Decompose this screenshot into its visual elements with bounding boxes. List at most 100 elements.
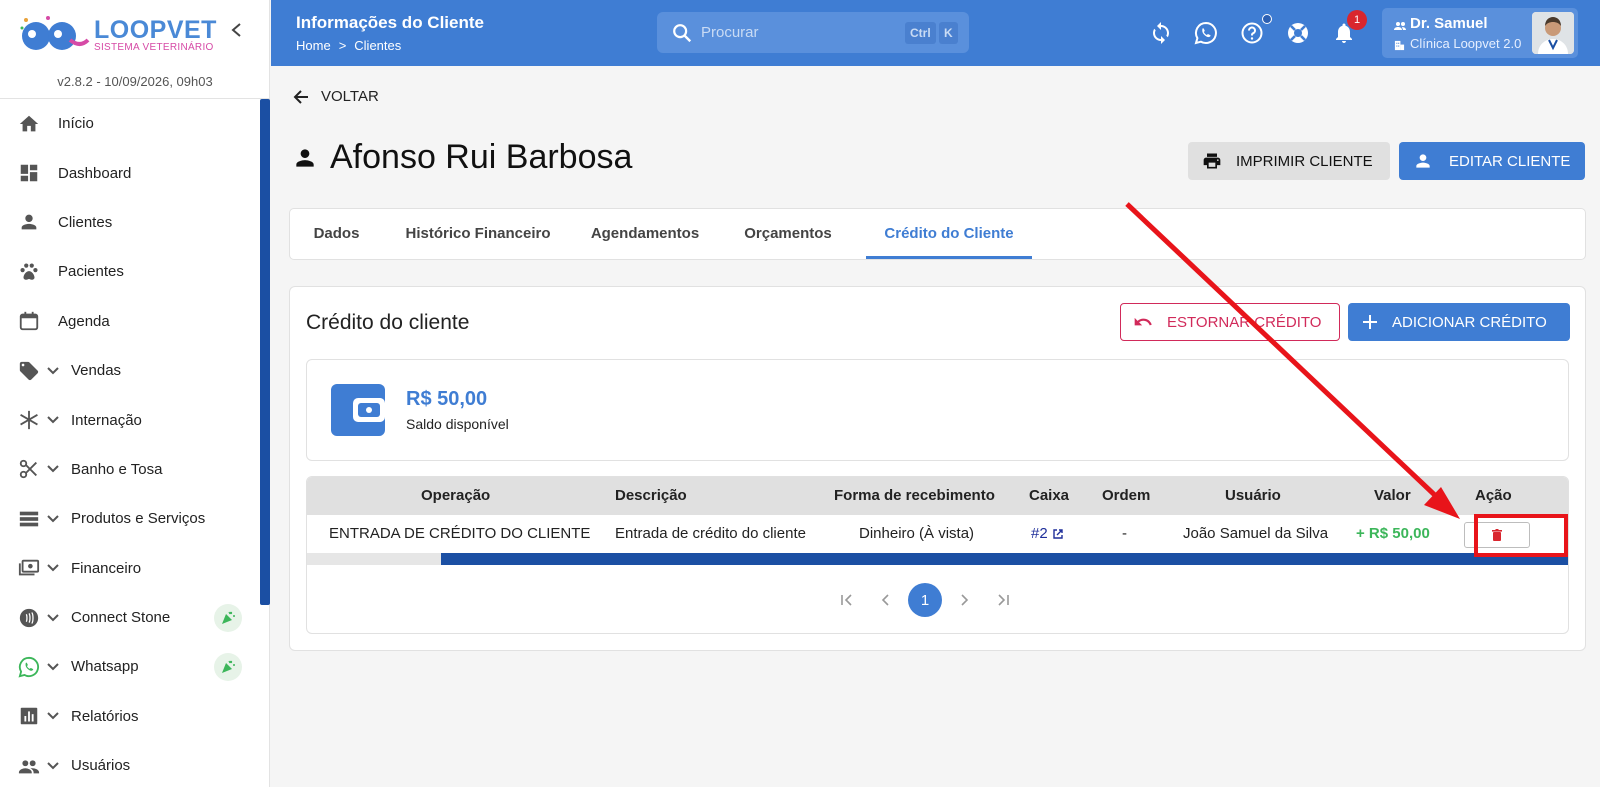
add-credit-label: ADICIONAR CRÉDITO xyxy=(1392,313,1547,331)
column-header-forma-recebimento: Forma de recebimento xyxy=(834,487,995,504)
sidebar-item-label: Connect Stone xyxy=(71,609,171,627)
refund-credit-button[interactable]: ESTORNAR CRÉDITO xyxy=(1120,303,1340,341)
undo-icon xyxy=(1134,317,1152,326)
collapse-sidebar-button[interactable] xyxy=(226,20,246,44)
sync-button[interactable] xyxy=(1148,20,1174,46)
sidebar-item-banho-e-tosa[interactable]: Banho e Tosa xyxy=(0,445,260,494)
chevron-left-icon xyxy=(231,23,241,37)
sidebar-item-clientes[interactable]: Clientes xyxy=(0,198,260,247)
tag-icon xyxy=(18,360,40,382)
first-page-button[interactable] xyxy=(830,583,864,617)
sidebar-item-financeiro[interactable]: Financeiro xyxy=(0,544,260,593)
sidebar-item-label: Dashboard xyxy=(58,164,132,182)
cell-forma-recebimento: Dinheiro (À vista) xyxy=(859,525,975,542)
arrow-left-icon xyxy=(293,89,308,104)
sync-icon xyxy=(1153,22,1169,44)
sidebar-item-usuarios[interactable]: Usuários xyxy=(0,741,260,787)
sidebar-item-label: Pacientes xyxy=(58,263,124,281)
asterisk-icon xyxy=(18,409,40,431)
chevron-down-icon xyxy=(47,515,59,523)
help-button[interactable] xyxy=(1239,20,1265,46)
table-scrollbar-thumb[interactable] xyxy=(441,553,1568,565)
chart-icon xyxy=(18,705,40,727)
chevron-down-icon xyxy=(47,712,59,720)
breadcrumb-home[interactable]: Home xyxy=(296,38,331,53)
cell-usuario: João Samuel da Silva xyxy=(1183,525,1329,542)
help-icon xyxy=(1241,22,1263,44)
user-menu[interactable]: Dr. Samuel Clínica Loopvet 2.0 xyxy=(1382,8,1578,58)
person-icon xyxy=(18,211,40,233)
brand: LOOPVET SISTEMA VETERINÁRIO xyxy=(0,0,269,72)
previous-page-button[interactable] xyxy=(869,583,903,617)
pagination: 1 xyxy=(307,573,1568,623)
balance-amount: R$ 50,00 xyxy=(406,388,488,410)
whatsapp-icon xyxy=(1194,21,1217,45)
sidebar-item-label: Financeiro xyxy=(71,559,142,577)
cell-operacao: ENTRADA DE CRÉDITO DO CLIENTE xyxy=(329,525,591,542)
client-name: Afonso Rui Barbosa xyxy=(330,138,633,176)
sidebar-item-vendas[interactable]: Vendas xyxy=(0,346,260,395)
notification-count-badge: 1 xyxy=(1347,10,1367,30)
edit-client-button[interactable]: EDITAR CLIENTE xyxy=(1399,142,1585,180)
sidebar-item-connect-stone[interactable]: Connect Stone xyxy=(0,593,260,642)
chevron-down-icon xyxy=(47,366,59,375)
column-header-ordem: Ordem xyxy=(1102,487,1151,504)
user-name: Dr. Samuel xyxy=(1410,15,1488,32)
wallet-icon xyxy=(331,384,385,436)
printer-icon xyxy=(1203,153,1221,169)
scissors-icon xyxy=(18,458,40,480)
support-button[interactable] xyxy=(1285,20,1311,46)
search-box[interactable]: Ctrl K xyxy=(657,12,969,53)
sidebar-item-agenda[interactable]: Agenda xyxy=(0,297,260,346)
tab-agendamentos[interactable]: Agendamentos xyxy=(578,209,712,259)
sidebar-item-pacientes[interactable]: Pacientes xyxy=(0,247,260,296)
column-header-descricao: Descrição xyxy=(615,487,687,504)
sidebar-item-internacao[interactable]: Internação xyxy=(0,395,260,444)
party-icon xyxy=(214,603,242,632)
shortcut-key-ctrl: Ctrl xyxy=(905,22,936,44)
sidebar-item-relatorios[interactable]: Relatórios xyxy=(0,692,260,741)
client-tabs: Dados Histórico Financeiro Agendamentos … xyxy=(289,208,1586,260)
sidebar-item-label: Banho e Tosa xyxy=(71,460,163,478)
chevron-down-icon xyxy=(47,564,59,572)
paw-icon xyxy=(18,261,40,283)
credit-table: Operação Descrição Forma de recebimento … xyxy=(306,476,1569,634)
next-page-button[interactable] xyxy=(947,583,981,617)
tab-dados[interactable]: Dados xyxy=(290,209,383,259)
tab-orcamentos[interactable]: Orçamentos xyxy=(726,209,850,259)
sidebar-item-label: Whatsapp xyxy=(71,658,139,676)
sidebar-item-dashboard[interactable]: Dashboard xyxy=(0,148,260,197)
print-client-button[interactable]: IMPRIMIR CLIENTE xyxy=(1188,142,1390,180)
sidebar-scrollbar[interactable] xyxy=(260,99,270,605)
search-input[interactable] xyxy=(701,12,891,53)
person-icon xyxy=(1416,154,1430,168)
breadcrumb-clientes[interactable]: Clientes xyxy=(354,38,401,53)
shortcut-key-k: K xyxy=(939,22,958,44)
chevron-left-icon xyxy=(881,594,889,606)
loopvet-logo-icon xyxy=(20,16,90,50)
caixa-link[interactable]: #2 xyxy=(1031,515,1064,553)
chevron-down-icon xyxy=(47,762,59,770)
back-button[interactable]: VOLTAR xyxy=(293,88,379,105)
external-link-icon xyxy=(1052,529,1063,539)
balance-panel: R$ 50,00 Saldo disponível xyxy=(306,359,1569,461)
column-header-acao: Ação xyxy=(1475,487,1512,504)
add-credit-button[interactable]: ADICIONAR CRÉDITO xyxy=(1348,303,1570,341)
sidebar-item-inicio[interactable]: Início xyxy=(0,99,260,148)
column-header-usuario: Usuário xyxy=(1225,487,1281,504)
app-version: v2.8.2 - 10/09/2026, 09h03 xyxy=(57,74,213,89)
sidebar-item-label: Relatórios xyxy=(71,707,139,725)
last-page-button[interactable] xyxy=(986,583,1020,617)
avatar[interactable] xyxy=(1532,12,1574,54)
breadcrumb: Home > Clientes xyxy=(296,38,401,53)
print-client-label: IMPRIMIR CLIENTE xyxy=(1236,152,1373,170)
logo-text: LOOPVET xyxy=(94,16,217,44)
tab-historico-financeiro[interactable]: Histórico Financeiro xyxy=(392,209,564,259)
sidebar-item-whatsapp[interactable]: Whatsapp xyxy=(0,642,260,691)
sidebar-item-produtos-e-servicos[interactable]: Produtos e Serviços xyxy=(0,494,260,543)
whatsapp-button[interactable] xyxy=(1193,20,1219,46)
calendar-icon xyxy=(18,310,40,332)
tab-credito-do-cliente[interactable]: Crédito do Cliente xyxy=(866,209,1032,259)
dashboard-icon xyxy=(18,162,40,184)
page-button-1[interactable]: 1 xyxy=(908,583,942,617)
